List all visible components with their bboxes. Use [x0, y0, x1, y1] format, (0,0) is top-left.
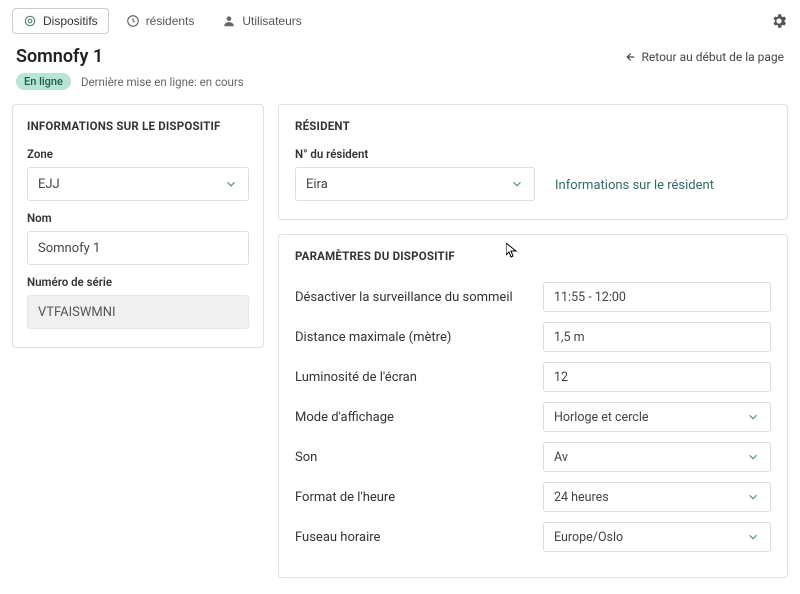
user-icon: [222, 14, 236, 28]
arrow-left-icon: [622, 50, 636, 64]
chevron-down-icon: [746, 530, 760, 544]
device-info-heading: INFORMATIONS SUR LE DISPOSITIF: [27, 119, 249, 133]
device-icon: [23, 14, 37, 28]
status-text: Dernière mise en ligne: en cours: [81, 75, 244, 89]
chevron-down-icon: [746, 410, 760, 424]
setting-input[interactable]: 1,5 m: [543, 322, 771, 352]
setting-label: Mode d'affichage: [295, 410, 525, 425]
setting-value: Europe/Oslo: [554, 530, 623, 545]
resident-number-label: N° du résident: [295, 147, 535, 161]
chevron-down-icon: [746, 490, 760, 504]
device-info-card: INFORMATIONS SUR LE DISPOSITIF Zone EJJ …: [12, 104, 264, 348]
title-row: Somnofy 1 Retour au début de la page: [0, 42, 800, 73]
device-settings-card: PARAMÈTRES DU DISPOSITIF Désactiver la s…: [278, 234, 788, 578]
tab-devices[interactable]: Dispositifs: [12, 8, 109, 34]
settings-heading: PARAMÈTRES DU DISPOSITIF: [295, 249, 771, 263]
setting-select[interactable]: Horloge et cercle: [543, 402, 771, 432]
chevron-down-icon: [224, 177, 238, 191]
zone-label: Zone: [27, 147, 249, 161]
setting-input[interactable]: 12: [543, 362, 771, 392]
resident-card: RÉSIDENT N° du résident Eira Information…: [278, 104, 788, 220]
setting-value: 24 heures: [554, 490, 609, 505]
setting-label: Distance maximale (mètre): [295, 330, 525, 345]
serial-readonly: VTFAISWMNI: [27, 295, 249, 329]
resident-select[interactable]: Eira: [295, 167, 535, 201]
setting-label: Luminosité de l'écran: [295, 370, 525, 385]
setting-row: Désactiver la surveillance du sommeil 11:…: [295, 277, 771, 317]
back-to-top-link[interactable]: Retour au début de la page: [622, 50, 784, 64]
page-title: Somnofy 1: [16, 46, 103, 67]
setting-value: Horloge et cercle: [554, 410, 649, 425]
resident-value: Eira: [306, 177, 328, 192]
setting-value: Av: [554, 450, 568, 465]
setting-row: Son Av: [295, 437, 771, 477]
top-tabs: Dispositifs résidents Utilisateurs: [0, 0, 800, 42]
zone-select[interactable]: EJJ: [27, 167, 249, 201]
setting-value: 12: [554, 370, 568, 385]
setting-label: Son: [295, 450, 525, 465]
resident-heading: RÉSIDENT: [295, 119, 771, 133]
clock-icon: [126, 14, 140, 28]
setting-row: Fuseau horaire Europe/Oslo: [295, 517, 771, 557]
serial-value: VTFAISWMNI: [38, 305, 116, 320]
setting-row: Distance maximale (mètre) 1,5 m: [295, 317, 771, 357]
setting-label: Désactiver la surveillance du sommeil: [295, 290, 525, 305]
setting-select[interactable]: Europe/Oslo: [543, 522, 771, 552]
tab-residents-label: résidents: [146, 14, 195, 28]
setting-row: Format de l'heure 24 heures: [295, 477, 771, 517]
setting-value: 11:55 - 12:00: [554, 290, 626, 305]
serial-label: Numéro de série: [27, 275, 249, 289]
name-input[interactable]: Somnofy 1: [27, 231, 249, 265]
tab-devices-label: Dispositifs: [43, 14, 98, 28]
tab-users-label: Utilisateurs: [242, 14, 301, 28]
setting-row: Luminosité de l'écran 12: [295, 357, 771, 397]
gear-icon[interactable]: [770, 12, 788, 30]
back-link-label: Retour au début de la page: [642, 50, 784, 64]
status-row: En ligne Dernière mise en ligne: en cour…: [0, 73, 800, 104]
resident-info-link[interactable]: Informations sur le résident: [555, 178, 714, 201]
setting-select[interactable]: 24 heures: [543, 482, 771, 512]
chevron-down-icon: [746, 450, 760, 464]
zone-value: EJJ: [38, 177, 60, 192]
chevron-down-icon: [510, 177, 524, 191]
tab-users[interactable]: Utilisateurs: [211, 8, 312, 34]
setting-label: Fuseau horaire: [295, 530, 525, 545]
tab-residents[interactable]: résidents: [115, 8, 206, 34]
setting-row: Mode d'affichage Horloge et cercle: [295, 397, 771, 437]
name-label: Nom: [27, 211, 249, 225]
setting-label: Format de l'heure: [295, 490, 525, 505]
setting-value: 1,5 m: [554, 330, 585, 345]
status-badge: En ligne: [16, 73, 71, 90]
name-value: Somnofy 1: [38, 241, 100, 256]
setting-select[interactable]: Av: [543, 442, 771, 472]
setting-input[interactable]: 11:55 - 12:00: [543, 282, 771, 312]
